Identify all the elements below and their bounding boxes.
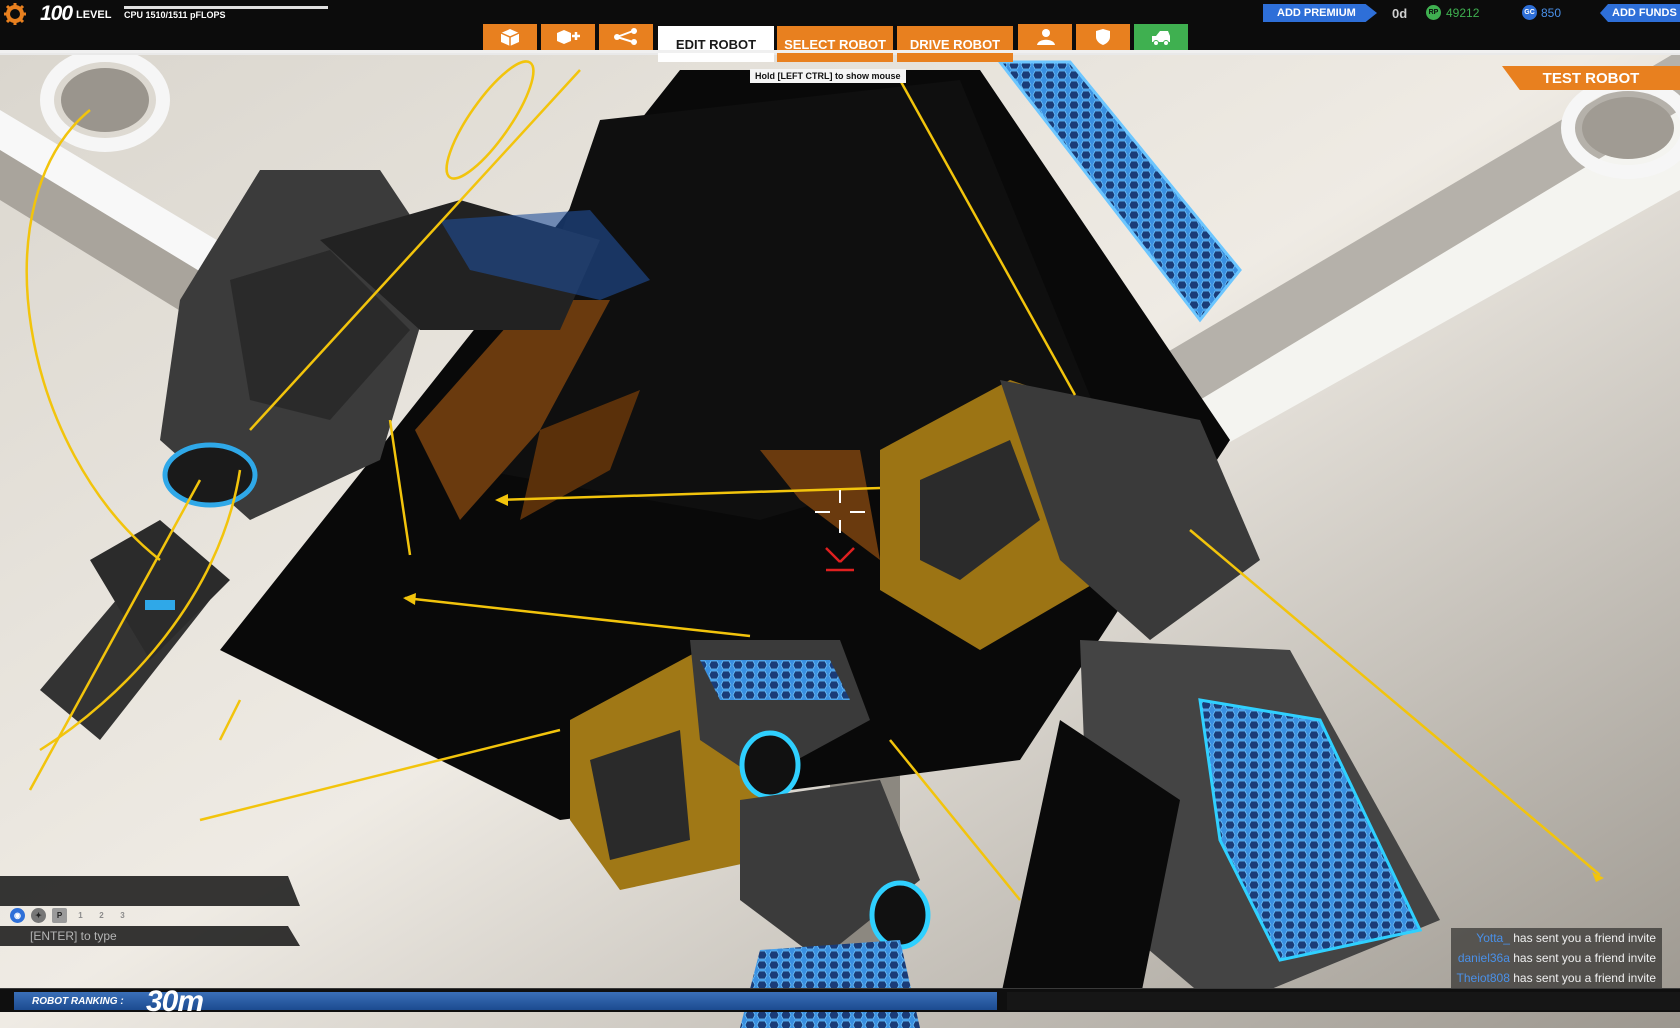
robits-icon: RP [1426, 5, 1441, 20]
friend-invite-notifications: Yotta_ has sent you a friend invite dani… [1450, 928, 1662, 988]
top-bar: 100 LEVEL CPU 1510/1511 pFLOPS EDIT ROBO… [0, 0, 1680, 62]
chat-channel-party[interactable]: P [52, 907, 67, 923]
share-tab-button[interactable] [599, 24, 653, 50]
robot-ranking-bar: ROBOT RANKING : 30m [0, 985, 1680, 1018]
premium-days: 0d [1392, 6, 1408, 21]
garage-tab-button[interactable] [1134, 24, 1188, 50]
ranking-label: ROBOT RANKING : [32, 996, 124, 1007]
notification-text: has sent you a friend invite [1513, 951, 1656, 965]
tab-edit-robot[interactable]: EDIT ROBOT [658, 26, 774, 62]
notification-sender[interactable]: Yotta_ [1476, 931, 1510, 945]
notification-text: has sent you a friend invite [1513, 931, 1656, 945]
notification-row[interactable]: daniel36a has sent you a friend invite [1450, 948, 1662, 968]
chat-input[interactable]: [ENTER] to type [0, 926, 300, 946]
clan-icon[interactable]: ✦ [31, 907, 46, 923]
add-funds-button[interactable]: ADD FUNDS [1600, 4, 1680, 22]
share-icon [614, 28, 637, 45]
galaxy-coins-balance: 850 [1541, 6, 1562, 20]
chat-channel-1[interactable]: 1 [73, 908, 88, 923]
cpu-bar [124, 6, 328, 9]
chat-channel-2[interactable]: 2 [94, 908, 109, 923]
add-cube-tab-button[interactable] [541, 24, 595, 50]
test-robot-button[interactable]: TEST ROBOT [1502, 66, 1680, 90]
garage-icon [1152, 31, 1170, 46]
ranking-progress-track [1007, 992, 1680, 1010]
level-label: LEVEL [76, 9, 112, 21]
notification-sender[interactable]: daniel36a [1458, 951, 1510, 965]
notification-text: has sent you a friend invite [1513, 971, 1656, 985]
tab-select-robot[interactable]: SELECT ROBOT [777, 26, 893, 62]
cube-plus-icon [557, 30, 580, 44]
notification-row[interactable]: Theiot808 has sent you a friend invite [1450, 968, 1662, 988]
robits-balance: 49212 [1446, 6, 1480, 20]
chat-channel-3[interactable]: 3 [115, 908, 130, 923]
ranking-value: 30m [146, 985, 204, 1018]
robot-scene [0, 0, 1680, 1028]
shield-icon [1096, 29, 1110, 45]
mouse-hint: Hold [LEFT CTRL] to show mouse [750, 69, 906, 83]
gear-icon[interactable] [4, 3, 26, 25]
galaxy-coins-icon: GC [1522, 5, 1537, 20]
tab-drive-robot[interactable]: DRIVE ROBOT [897, 26, 1013, 62]
cube-tab-button[interactable] [483, 24, 537, 50]
globe-icon[interactable]: ◉ [10, 907, 25, 923]
add-premium-button[interactable]: ADD PREMIUM [1263, 4, 1377, 22]
chat-channel-tabs: ◉ ✦ P 1 2 3 [10, 907, 130, 923]
profile-tab-button[interactable] [1018, 24, 1072, 50]
player-level: 100 [40, 2, 73, 25]
clan-tab-button[interactable] [1076, 24, 1130, 50]
notification-row[interactable]: Yotta_ has sent you a friend invite [1450, 928, 1662, 948]
cpu-readout: CPU 1510/1511 pFLOPS [124, 10, 226, 20]
notification-sender[interactable]: Theiot808 [1457, 971, 1510, 985]
chat-history [0, 876, 300, 906]
game-viewport[interactable] [0, 0, 1680, 1028]
top-bar-divider [0, 50, 1680, 53]
cube-icon [500, 29, 520, 46]
user-icon [1037, 29, 1055, 45]
